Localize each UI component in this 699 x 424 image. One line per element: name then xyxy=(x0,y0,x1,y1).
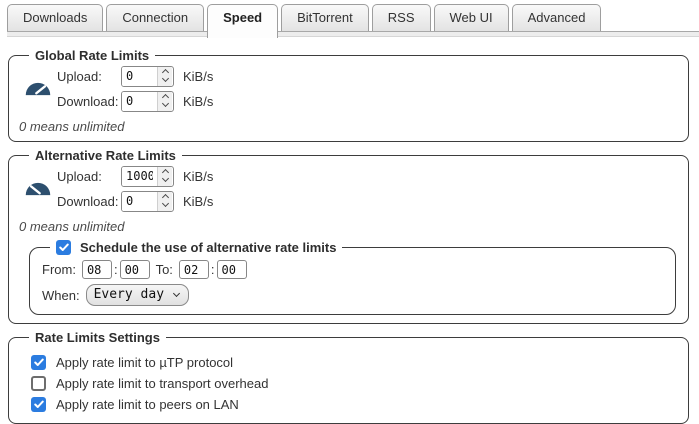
alternative-rate-limits-legend: Alternative Rate Limits xyxy=(29,148,182,163)
to-hour-input[interactable] xyxy=(179,260,209,279)
checkmark-icon xyxy=(59,243,69,252)
lan-rate-limit-label: Apply rate limit to peers on LAN xyxy=(56,397,239,412)
global-upload-unit: KiB/s xyxy=(183,69,213,84)
alternative-rate-limits-group: Alternative Rate Limits Upload: KiB/s xyxy=(8,148,689,324)
when-select-value: Every day xyxy=(94,287,164,302)
tab-speed[interactable]: Speed xyxy=(207,4,278,38)
global-upload-label: Upload: xyxy=(57,69,121,84)
utp-rate-limit-checkbox[interactable] xyxy=(31,355,46,370)
alt-unlimited-note: 0 means unlimited xyxy=(19,219,678,234)
global-unlimited-note: 0 means unlimited xyxy=(19,119,678,134)
overhead-rate-limit-label: Apply rate limit to transport overhead xyxy=(56,376,268,391)
alt-download-input[interactable] xyxy=(122,192,157,211)
global-download-input[interactable] xyxy=(122,92,157,111)
global-upload-spin-buttons[interactable] xyxy=(157,67,172,86)
overhead-rate-limit-row: Apply rate limit to transport overhead xyxy=(31,373,678,393)
tab-advanced[interactable]: Advanced xyxy=(512,4,602,31)
tab-bar-strip xyxy=(7,31,699,37)
alt-upload-spinbox xyxy=(121,166,174,187)
global-download-spin-buttons[interactable] xyxy=(157,92,172,111)
chevron-down-icon xyxy=(173,290,180,297)
global-upload-spinbox xyxy=(121,66,174,87)
alt-upload-unit: KiB/s xyxy=(183,169,213,184)
global-download-spinbox xyxy=(121,91,174,112)
to-label: To: xyxy=(156,262,173,277)
checkmark-icon xyxy=(34,358,44,367)
schedule-legend: Schedule the use of alternative rate lim… xyxy=(50,240,342,255)
speed-gauge-high-icon xyxy=(24,80,52,97)
when-label: When: xyxy=(42,288,80,303)
utp-rate-limit-row: Apply rate limit to µTP protocol xyxy=(31,352,678,372)
schedule-group: Schedule the use of alternative rate lim… xyxy=(29,240,676,315)
tab-webui[interactable]: Web UI xyxy=(434,4,509,31)
global-rate-limits-group: Global Rate Limits Upload: KiB/s xyxy=(8,48,689,142)
alt-upload-input[interactable] xyxy=(122,167,157,186)
tab-connection[interactable]: Connection xyxy=(106,4,204,31)
from-label: From: xyxy=(42,262,76,277)
utp-rate-limit-label: Apply rate limit to µTP protocol xyxy=(56,355,233,370)
rate-limits-settings-group: Rate Limits Settings Apply rate limit to… xyxy=(8,330,689,424)
to-minute-input[interactable] xyxy=(217,260,247,279)
alt-download-unit: KiB/s xyxy=(183,194,213,209)
global-download-unit: KiB/s xyxy=(183,94,213,109)
schedule-checkbox[interactable] xyxy=(56,240,71,255)
schedule-legend-label: Schedule the use of alternative rate lim… xyxy=(80,240,336,255)
alt-upload-label: Upload: xyxy=(57,169,121,184)
tab-downloads[interactable]: Downloads xyxy=(7,4,103,31)
lan-rate-limit-row: Apply rate limit to peers on LAN xyxy=(31,394,678,414)
from-hour-input[interactable] xyxy=(82,260,112,279)
options-tab-bar: Downloads Connection Speed BitTorrent RS… xyxy=(0,0,699,37)
alt-upload-spin-buttons[interactable] xyxy=(157,167,172,186)
time-separator: : xyxy=(114,262,118,277)
rate-limits-settings-legend: Rate Limits Settings xyxy=(29,330,166,345)
schedule-time-row: From: : To: : xyxy=(42,260,665,279)
tab-bittorrent[interactable]: BitTorrent xyxy=(281,4,369,31)
global-rate-limits-legend: Global Rate Limits xyxy=(29,48,155,63)
tab-rss[interactable]: RSS xyxy=(372,4,431,31)
when-select[interactable]: Every day xyxy=(86,284,189,306)
alt-download-spin-buttons[interactable] xyxy=(157,192,172,211)
global-upload-input[interactable] xyxy=(122,67,157,86)
global-download-label: Download: xyxy=(57,94,121,109)
from-minute-input[interactable] xyxy=(120,260,150,279)
time-separator: : xyxy=(211,262,215,277)
alt-download-spinbox xyxy=(121,191,174,212)
schedule-when-row: When: Every day xyxy=(42,284,665,306)
overhead-rate-limit-checkbox[interactable] xyxy=(31,376,46,391)
tabs-row: Downloads Connection Speed BitTorrent RS… xyxy=(7,4,699,31)
speed-settings-panel: Global Rate Limits Upload: KiB/s xyxy=(0,37,699,424)
speed-gauge-low-icon xyxy=(24,180,52,197)
checkmark-icon xyxy=(34,400,44,409)
alt-download-label: Download: xyxy=(57,194,121,209)
lan-rate-limit-checkbox[interactable] xyxy=(31,397,46,412)
